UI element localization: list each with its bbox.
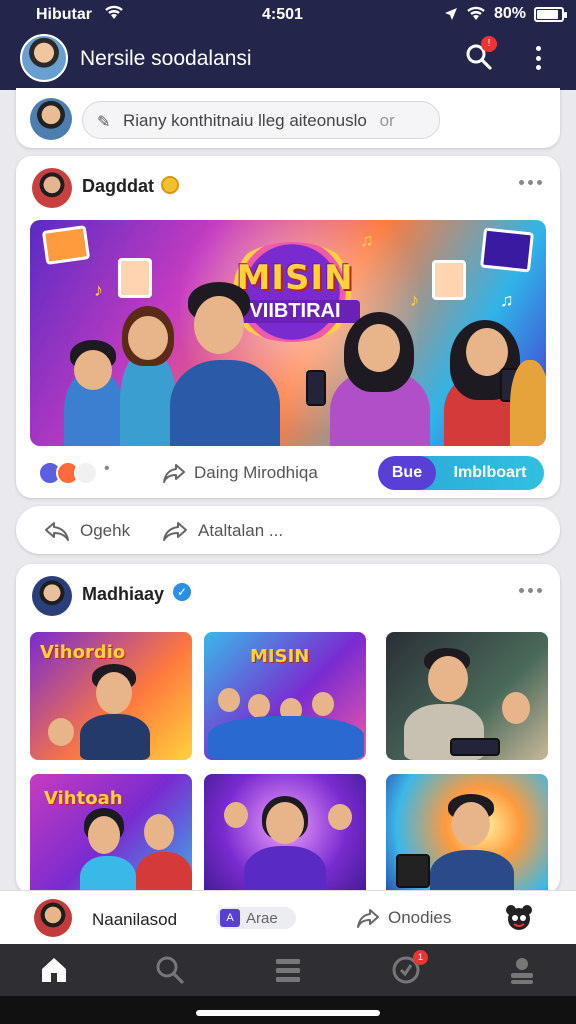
user-name[interactable]: Naanilasod: [92, 910, 177, 930]
comment-button[interactable]: Ogehk: [44, 520, 130, 542]
home-indicator[interactable]: [196, 1010, 380, 1016]
share-icon: [163, 464, 185, 483]
profile-icon[interactable]: [506, 954, 538, 986]
app-bar: Nersile soodalansi !: [0, 32, 576, 90]
home-indicator-bar: [0, 996, 576, 1024]
battery-percent: 80%: [493, 5, 526, 22]
haha-reaction-icon: [74, 461, 98, 485]
clock: 4:501: [262, 6, 303, 23]
profile-avatar[interactable]: [20, 34, 68, 82]
share-label: Onodies: [388, 908, 452, 927]
share-label: Daing Mirodhiqa: [194, 463, 318, 482]
media-thumbnail[interactable]: Vihtoah: [30, 774, 192, 894]
toggle-right-option[interactable]: Imblboart: [436, 456, 544, 490]
post-hero-image[interactable]: ♪ ♫ ♪ ♫ MISIN VIIBTIRAI: [30, 220, 546, 446]
more-reactions-icon: •: [104, 460, 110, 477]
composer-input[interactable]: ✎ Riany konthitnaiu lleg aiteonuslo or: [82, 101, 440, 139]
author-avatar[interactable]: [32, 168, 72, 208]
user-avatar[interactable]: [34, 899, 72, 937]
author-name[interactable]: Madhiaay: [82, 584, 164, 605]
audience-chip[interactable]: A Arae: [216, 907, 296, 929]
reply-icon: [45, 522, 69, 541]
share-button[interactable]: Onodies: [356, 907, 451, 929]
media-thumbnail[interactable]: Vihordio: [30, 632, 192, 760]
notification-badge: !: [481, 36, 497, 52]
media-thumbnail[interactable]: [204, 774, 366, 894]
status-bar: Hibutar 4:501 80%: [0, 0, 576, 32]
author-avatar[interactable]: [32, 576, 72, 616]
wifi-icon: [105, 5, 123, 19]
comment-label: Ogehk: [80, 521, 131, 540]
toggle-left-option[interactable]: Bue: [378, 456, 436, 490]
share-button[interactable]: Daing Mirodhiqa: [162, 462, 318, 484]
location-icon: [444, 8, 457, 20]
mascot-icon[interactable]: [504, 903, 534, 933]
notifications-tab[interactable]: 1: [390, 950, 428, 986]
post-options-icon[interactable]: [519, 180, 542, 185]
composer-placeholder: Riany konthitnaiu lleg aiteonuslo: [123, 111, 367, 130]
post-card: Madhiaay ✓ Vihordio MISIN Vihtoah: [16, 564, 560, 894]
home-icon[interactable]: [38, 954, 70, 986]
composer-or: or: [379, 111, 395, 130]
media-grid: Vihordio MISIN Vihtoah: [30, 632, 560, 894]
post-options-icon[interactable]: [519, 588, 542, 593]
battery-icon: [534, 6, 567, 22]
media-thumbnail[interactable]: MISIN: [204, 632, 366, 760]
app-title: Nersile soodalansi: [80, 47, 252, 70]
share-icon: [163, 522, 187, 541]
more-options-icon[interactable]: [528, 46, 548, 70]
carrier-label: Hibutar: [36, 6, 92, 23]
post-card: Dagddat ♪ ♫ ♪ ♫ MISIN VIIBTIRAI • Daing …: [16, 156, 560, 498]
post-action-bar: Ogehk Ataltalan ...: [16, 506, 560, 554]
tab-bar: 1: [0, 944, 576, 996]
bottom-composer-bar: Naanilasod A Arae Onodies: [0, 890, 576, 944]
media-thumbnail[interactable]: [386, 632, 548, 760]
notification-count-badge: 1: [413, 950, 428, 965]
search-icon[interactable]: [154, 954, 186, 986]
audience-label: Arae: [246, 910, 278, 927]
share-icon: [357, 909, 379, 928]
media-thumbnail[interactable]: [386, 774, 548, 894]
thumbnail-label: MISIN: [250, 646, 310, 667]
composer-card: ✎ Riany konthitnaiu lleg aiteonuslo or: [16, 88, 560, 148]
gold-badge-icon: [161, 176, 179, 194]
composer-avatar: [30, 98, 72, 140]
share-more-label: Ataltalan ...: [198, 521, 284, 540]
thumbnail-label: Vihordio: [40, 642, 126, 663]
menu-icon[interactable]: [272, 954, 304, 986]
reactions-summary[interactable]: •: [38, 458, 128, 488]
author-name[interactable]: Dagddat: [82, 176, 154, 197]
verified-icon: ✓: [173, 583, 191, 601]
audience-icon: A: [220, 909, 240, 927]
segmented-toggle[interactable]: Bue Imblboart: [378, 456, 544, 490]
share-more-button[interactable]: Ataltalan ...: [162, 520, 283, 542]
wifi-icon: [467, 6, 485, 20]
thumbnail-label: Vihtoah: [44, 788, 123, 809]
edit-icon: ✎: [97, 114, 111, 131]
